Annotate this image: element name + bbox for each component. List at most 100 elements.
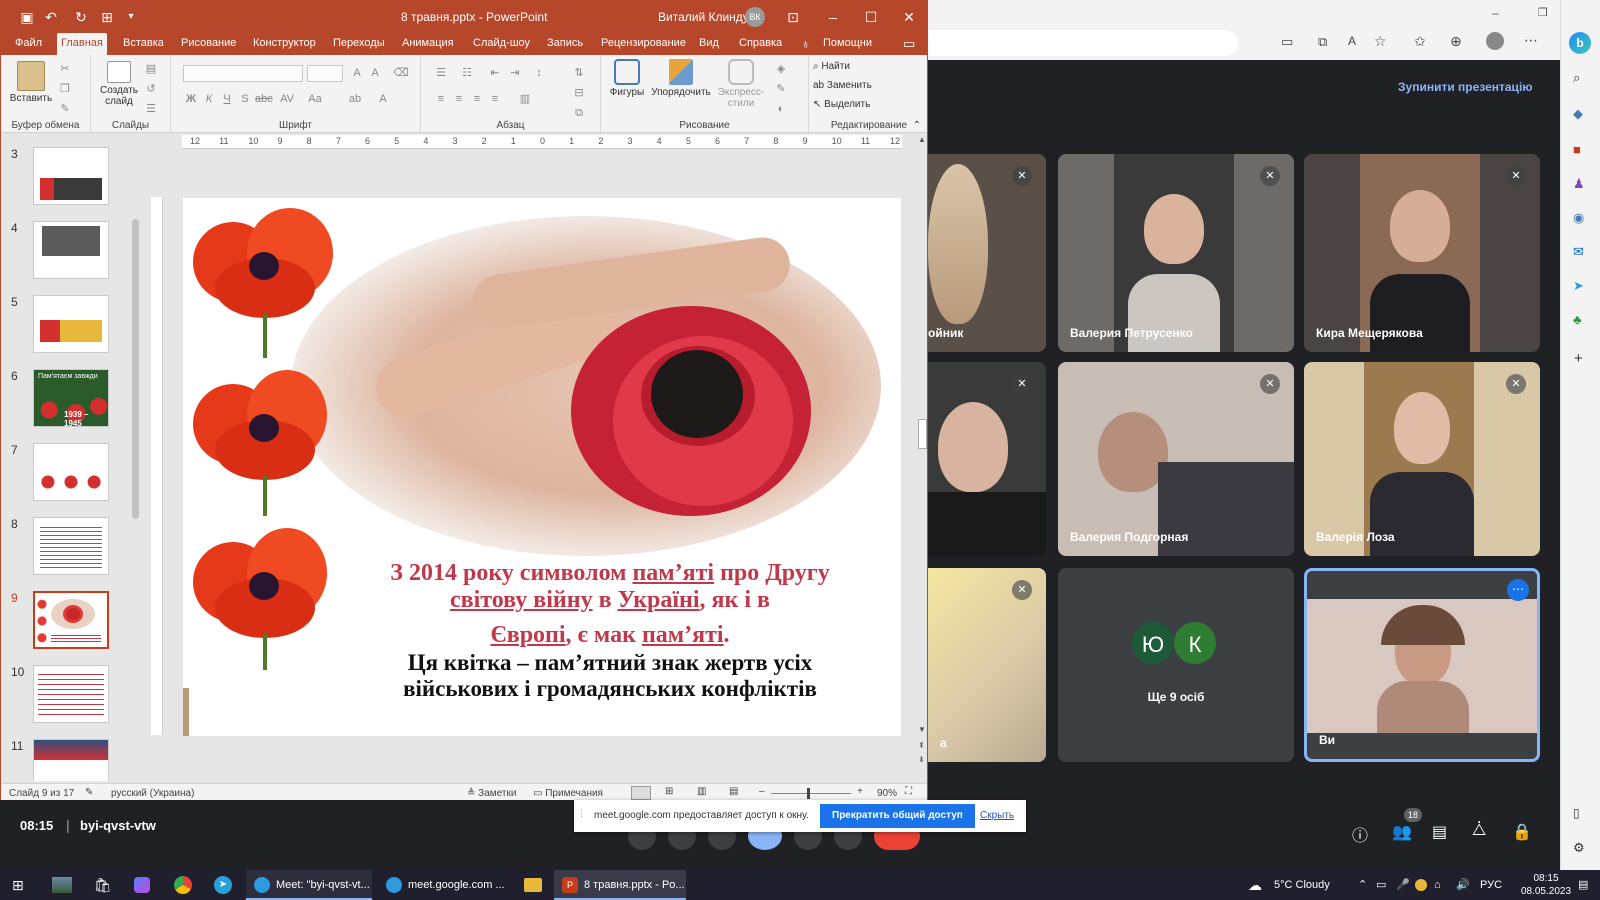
chrome-icon[interactable] bbox=[174, 876, 192, 894]
undo-icon[interactable]: ↶ bbox=[41, 7, 61, 27]
tag-icon[interactable]: ◆ bbox=[1573, 106, 1583, 122]
layout-icon[interactable]: ▤ bbox=[143, 61, 159, 77]
games-icon[interactable]: ♟ bbox=[1573, 176, 1585, 192]
highlight-icon[interactable]: ab bbox=[347, 91, 363, 107]
windows-start-icon[interactable]: ⊞ bbox=[12, 870, 24, 900]
italic-icon[interactable]: К bbox=[201, 91, 217, 107]
slide-canvas[interactable]: З 2014 року символом пам’яті про Другу с… bbox=[183, 198, 901, 736]
add-icon[interactable]: + bbox=[1574, 350, 1583, 367]
clock-date[interactable]: 08.05.2023 bbox=[1520, 886, 1572, 897]
host-controls-icon[interactable]: 🔒 bbox=[1512, 822, 1532, 842]
browser-minimize-icon[interactable]: – bbox=[1492, 6, 1499, 20]
participant-tile[interactable]: ✕ Валерія Лоза bbox=[1304, 362, 1540, 556]
participant-tile[interactable]: ✕ Валерия Подгорная bbox=[1058, 362, 1294, 556]
file-explorer-icon[interactable] bbox=[524, 878, 542, 892]
find-button[interactable]: ⌕ Найти bbox=[813, 61, 850, 72]
network-icon[interactable]: ⌂ bbox=[1434, 870, 1441, 900]
paste-button[interactable]: Вставить bbox=[9, 61, 53, 104]
slide-thumb-4[interactable] bbox=[33, 221, 109, 279]
collections-icon[interactable]: ⊕ bbox=[1450, 33, 1462, 50]
settings-icon[interactable]: ⚙ bbox=[1573, 840, 1585, 856]
align-left-icon[interactable]: ≡ bbox=[433, 91, 449, 107]
app-icon[interactable] bbox=[134, 877, 150, 893]
slideshow-view-icon[interactable]: ▤ bbox=[729, 786, 738, 797]
reading-view-icon[interactable]: ▥ bbox=[697, 786, 706, 797]
fit-slide-icon[interactable]: ⛶ bbox=[905, 786, 912, 797]
shadow-icon[interactable]: S bbox=[237, 91, 253, 107]
self-tile[interactable]: ⋯ Ви bbox=[1304, 568, 1540, 762]
menu-icon[interactable]: ⋯ bbox=[1524, 32, 1538, 49]
underline-icon[interactable]: Ч bbox=[219, 91, 235, 107]
send-icon[interactable]: ➤ bbox=[1573, 278, 1584, 294]
weather-text[interactable]: 5°C Cloudy bbox=[1274, 870, 1330, 900]
fill-icon[interactable]: ◈ bbox=[773, 61, 789, 77]
language-status[interactable]: русский (Украина) bbox=[111, 788, 194, 799]
participant-tile[interactable]: ✕ ойник bbox=[928, 154, 1046, 352]
office-icon[interactable]: ◉ bbox=[1573, 210, 1584, 226]
outlook-icon[interactable]: ✉ bbox=[1573, 244, 1584, 260]
thumbnails-scrollbar[interactable] bbox=[129, 135, 141, 781]
slide-thumb-3[interactable] bbox=[33, 147, 109, 205]
collapse-ribbon-icon[interactable]: ⌃ bbox=[913, 120, 921, 131]
save-icon[interactable]: ▣ bbox=[17, 7, 37, 27]
slide-thumb-8[interactable] bbox=[33, 517, 109, 575]
outdent-icon[interactable]: ⇤ bbox=[487, 65, 503, 81]
telegram-icon[interactable]: ➤ bbox=[214, 876, 232, 894]
increase-font-icon[interactable]: A bbox=[349, 65, 365, 81]
next-slide-icon[interactable]: ⇟ bbox=[918, 755, 925, 764]
tree-icon[interactable]: ♣ bbox=[1573, 312, 1582, 327]
case-icon[interactable]: Aa bbox=[307, 91, 323, 107]
select-button[interactable]: ↖ Выделить bbox=[813, 99, 870, 110]
activities-icon[interactable]: ⧊ bbox=[1472, 822, 1486, 840]
clear-format-icon[interactable]: ⌫ bbox=[393, 65, 409, 81]
cut-icon[interactable]: ✂ bbox=[57, 61, 73, 77]
address-bar[interactable] bbox=[928, 30, 1238, 56]
slide-thumb-6[interactable]: Пам'ятаєм завжди 1939 – 1945 bbox=[33, 369, 109, 427]
tray-app-icon[interactable] bbox=[1415, 879, 1427, 891]
close-icon[interactable]: ✕ bbox=[899, 7, 919, 27]
tab-record[interactable]: Запись bbox=[543, 33, 587, 55]
zoom-slider-handle[interactable] bbox=[807, 788, 810, 799]
info-icon[interactable]: ⓘ bbox=[1352, 822, 1368, 846]
scroll-down-icon[interactable]: ▼ bbox=[918, 725, 926, 734]
font-size-select[interactable] bbox=[307, 65, 343, 82]
bold-icon[interactable]: Ж bbox=[183, 91, 199, 107]
normal-view-icon[interactable] bbox=[631, 786, 651, 800]
ribbon-display-icon[interactable]: ⊡ bbox=[783, 7, 803, 27]
chat-icon[interactable]: ▤ bbox=[1432, 822, 1447, 842]
comments-button[interactable]: ▭ Примечания bbox=[533, 788, 603, 799]
tab-draw[interactable]: Рисование bbox=[177, 33, 240, 55]
slide-thumb-9-selected[interactable] bbox=[33, 591, 109, 649]
participant-tile[interactable]: ✕ а bbox=[928, 568, 1046, 762]
participant-tile[interactable]: ✕ Кира Мещерякова bbox=[1304, 154, 1540, 352]
stop-sharing-button[interactable]: Прекратить общий доступ bbox=[820, 804, 975, 828]
maximize-icon[interactable]: ☐ bbox=[861, 7, 881, 27]
customize-qat-icon[interactable]: ▾ bbox=[121, 7, 141, 27]
notifications-icon[interactable]: ▤ bbox=[1578, 870, 1588, 900]
align-text-icon[interactable]: ⊟ bbox=[571, 85, 587, 101]
hide-link[interactable]: Скрыть bbox=[980, 810, 1014, 821]
browser-restore-icon[interactable]: ❐ bbox=[1538, 6, 1548, 19]
tab-home[interactable]: Главная bbox=[57, 33, 107, 55]
tab-view[interactable]: Вид bbox=[695, 33, 723, 55]
spellcheck-icon[interactable]: ✎ bbox=[85, 787, 93, 798]
reset-icon[interactable]: ↺ bbox=[143, 81, 159, 97]
tab-insert[interactable]: Вставка bbox=[119, 33, 168, 55]
taskbar-meet2-window[interactable]: meet.google.com ... bbox=[378, 870, 505, 900]
comments-icon[interactable]: ▭ bbox=[903, 36, 915, 52]
present-icon[interactable]: ⊞ bbox=[97, 7, 117, 27]
scroll-up-icon[interactable]: ▲ bbox=[918, 135, 926, 144]
numbering-icon[interactable]: ☷ bbox=[459, 65, 475, 81]
slide-thumb-5[interactable] bbox=[33, 295, 109, 353]
zoom-in-icon[interactable]: + bbox=[857, 786, 863, 797]
font-family-select[interactable] bbox=[183, 65, 303, 82]
decrease-font-icon[interactable]: A bbox=[367, 65, 383, 81]
stop-presenting-button[interactable]: Зупинити презентацію bbox=[1398, 80, 1533, 94]
shapes-button[interactable]: Фигуры bbox=[607, 59, 647, 98]
bing-chat-icon[interactable]: b bbox=[1569, 32, 1591, 54]
photos-icon[interactable] bbox=[52, 877, 72, 893]
zoom-level[interactable]: 90% bbox=[877, 788, 897, 799]
tab-review[interactable]: Рецензирование bbox=[597, 33, 690, 55]
indent-icon[interactable]: ⇥ bbox=[507, 65, 523, 81]
columns-icon[interactable]: ▥ bbox=[517, 91, 533, 107]
